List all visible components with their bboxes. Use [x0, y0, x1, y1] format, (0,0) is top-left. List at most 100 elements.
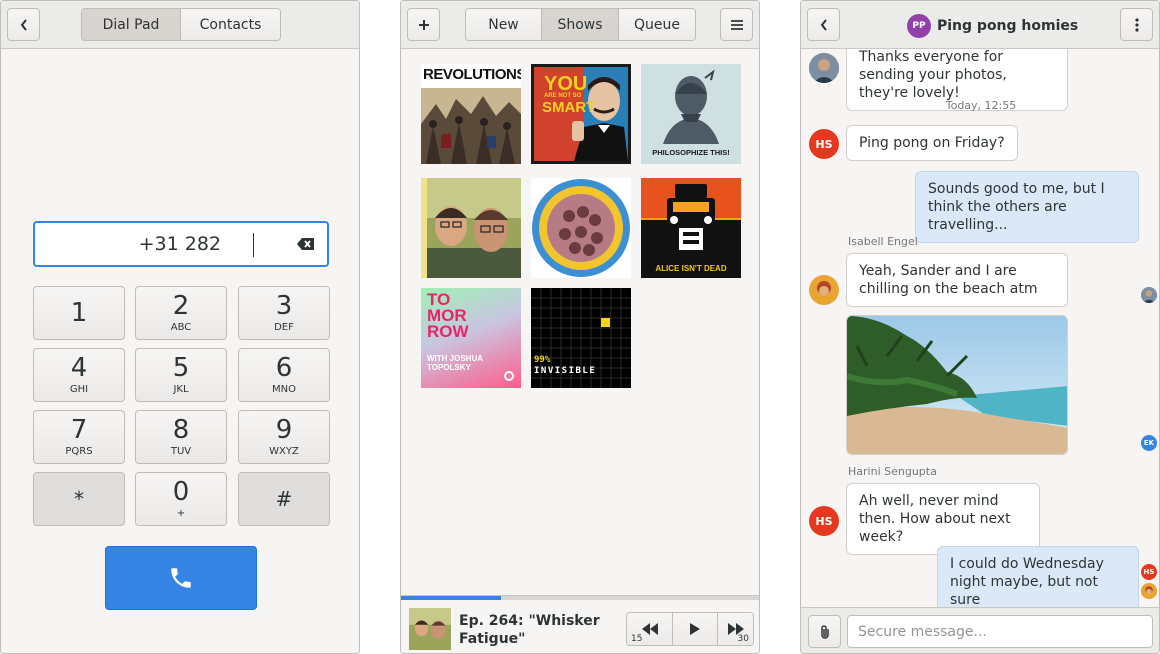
- key-digit: 3: [275, 291, 293, 321]
- read-receipt-hs: HS: [1141, 564, 1157, 580]
- cover-subtitle: WITH JOSHUA TOPOLSKY: [427, 354, 483, 372]
- podcasts-window: New Shows Queue REVOLUTIONS YOU ARE NOT …: [400, 0, 760, 654]
- outgoing-message-bubble: I could do Wednesday night maybe, but no…: [937, 546, 1139, 607]
- cover-title-line3: ROW: [427, 322, 469, 341]
- hamburger-menu-icon: [730, 19, 743, 30]
- message-bubble: Ping pong on Friday?: [846, 125, 1018, 161]
- outgoing-message-bubble: Sounds good to me, but I think the other…: [915, 171, 1139, 243]
- more-options-button[interactable]: [1120, 8, 1153, 41]
- sender-avatar-photo: [809, 275, 839, 305]
- podcast-cover-philosophize-this[interactable]: PHILOSOPHIZE THIS!: [641, 64, 741, 164]
- call-button[interactable]: [105, 546, 257, 610]
- cover-title-line1: 99%: [534, 355, 551, 365]
- tab-new[interactable]: New: [466, 9, 542, 40]
- dialer-window: Dial Pad Contacts +31 282 1 2 ABC 3 DEF …: [0, 0, 360, 654]
- key-letters: ABC: [170, 322, 192, 333]
- key-6[interactable]: 6 MNO: [238, 348, 330, 402]
- podcast-cover-circle-group[interactable]: [531, 178, 631, 278]
- playback-progress[interactable]: [401, 596, 759, 600]
- conversation-title[interactable]: PP Ping pong homies: [907, 14, 1078, 38]
- read-receipt-avatar: [1141, 287, 1157, 303]
- tab-shows[interactable]: Shows: [542, 9, 619, 40]
- attach-button[interactable]: [808, 615, 841, 648]
- key-digit: 7: [70, 415, 88, 445]
- skip-back-button[interactable]: 15: [627, 613, 673, 645]
- menu-button[interactable]: [720, 8, 753, 41]
- key-digit: *: [74, 487, 84, 511]
- message-bubble: Ah well, never mind then. How about next…: [846, 483, 1040, 555]
- key-letters: TUV: [170, 446, 192, 457]
- playback-progress-fill: [401, 596, 502, 600]
- key-letters: JKL: [173, 384, 189, 395]
- chat-window: PP Ping pong homies Thanks everyone for …: [800, 0, 1160, 654]
- add-podcast-button[interactable]: [407, 8, 440, 41]
- key-digit: 6: [275, 353, 293, 383]
- beach-image-attachment[interactable]: [846, 315, 1068, 455]
- group-avatar: PP: [907, 14, 931, 38]
- dialer-view-switcher: Dial Pad Contacts: [81, 8, 281, 41]
- key-9[interactable]: 9 WXYZ: [238, 410, 330, 464]
- key-5[interactable]: 5 JKL: [135, 348, 227, 402]
- cover-title: REVOLUTIONS: [423, 66, 521, 83]
- message-input[interactable]: Secure message...: [847, 615, 1153, 648]
- circle-group-artwork: [532, 179, 630, 277]
- play-button[interactable]: [673, 613, 718, 645]
- key-3[interactable]: 3 DEF: [238, 286, 330, 340]
- key-star[interactable]: *: [33, 472, 125, 526]
- chevron-left-icon: [820, 18, 827, 31]
- tab-contacts[interactable]: Contacts: [181, 9, 280, 40]
- podcast-cover-photo-portrait[interactable]: [421, 178, 521, 278]
- back-button[interactable]: [7, 8, 40, 41]
- message-composer: Secure message...: [801, 607, 1159, 653]
- podcast-cover-you-are-not-so-smart[interactable]: YOU ARE NOT SO SMART: [531, 64, 631, 164]
- backspace-icon[interactable]: [297, 237, 315, 251]
- skip-forward-button[interactable]: 30: [718, 613, 753, 645]
- key-hash[interactable]: #: [238, 472, 330, 526]
- person-photo-icon: [809, 53, 839, 83]
- person-photo-icon: [809, 275, 839, 305]
- portrait-photo-artwork: [421, 178, 521, 278]
- person-photo-icon: [1141, 287, 1157, 303]
- podcast-cover-revolutions[interactable]: REVOLUTIONS: [421, 64, 521, 164]
- conversation-name: Ping pong homies: [937, 18, 1079, 34]
- podcast-cover-99-invisible[interactable]: 99% INVISIBLE: [531, 288, 631, 388]
- key-letters: WXYZ: [269, 446, 299, 457]
- key-7[interactable]: 7 PQRS: [33, 410, 125, 464]
- sender-avatar-photo: [809, 53, 839, 83]
- back-button[interactable]: [807, 8, 840, 41]
- key-digit: 1: [70, 298, 88, 328]
- vertical-ellipsis-icon: [1134, 17, 1139, 32]
- phone-number-field[interactable]: +31 282: [33, 221, 329, 267]
- podcast-cover-alice-isnt-dead[interactable]: ALICE ISN'T DEAD: [641, 178, 741, 278]
- tab-queue[interactable]: Queue: [619, 9, 695, 40]
- portrait-thumb-artwork: [409, 608, 451, 650]
- timestamp: Today, 12:55: [945, 99, 1017, 112]
- podcasts-headerbar: New Shows Queue: [401, 1, 759, 49]
- refresh-logo-icon: [504, 371, 514, 381]
- key-1[interactable]: 1: [33, 286, 125, 340]
- plus-icon: [418, 19, 429, 30]
- key-4[interactable]: 4 GHI: [33, 348, 125, 402]
- phone-number-value: +31 282: [138, 233, 221, 255]
- message-list: Thanks everyone for sending your photos,…: [801, 49, 1159, 607]
- cover-title-line3: SMART: [542, 99, 596, 116]
- play-icon: [690, 623, 700, 635]
- key-digit: 5: [172, 353, 190, 383]
- episode-title: Ep. 264: "Whisker Fatigue": [459, 613, 600, 647]
- cover-title-line2: INVISIBLE: [534, 366, 597, 376]
- key-digit: 0: [172, 477, 190, 507]
- phone-icon: [171, 568, 191, 588]
- text-caret: [253, 233, 254, 257]
- podcast-cover-tomorrow[interactable]: TO MOR ROW WITH JOSHUA TOPOLSKY: [421, 288, 521, 388]
- person-photo-icon: [1141, 583, 1157, 599]
- chevron-left-icon: [20, 18, 27, 31]
- playback-controls: 15 30: [626, 612, 754, 646]
- key-letters: MNO: [272, 384, 296, 395]
- key-2[interactable]: 2 ABC: [135, 286, 227, 340]
- key-0[interactable]: 0 +: [135, 472, 227, 526]
- tab-dial-pad[interactable]: Dial Pad: [82, 9, 181, 40]
- dialer-headerbar: Dial Pad Contacts: [1, 1, 359, 49]
- chat-headerbar: PP Ping pong homies: [801, 1, 1159, 49]
- key-8[interactable]: 8 TUV: [135, 410, 227, 464]
- key-digit: 2: [172, 291, 190, 321]
